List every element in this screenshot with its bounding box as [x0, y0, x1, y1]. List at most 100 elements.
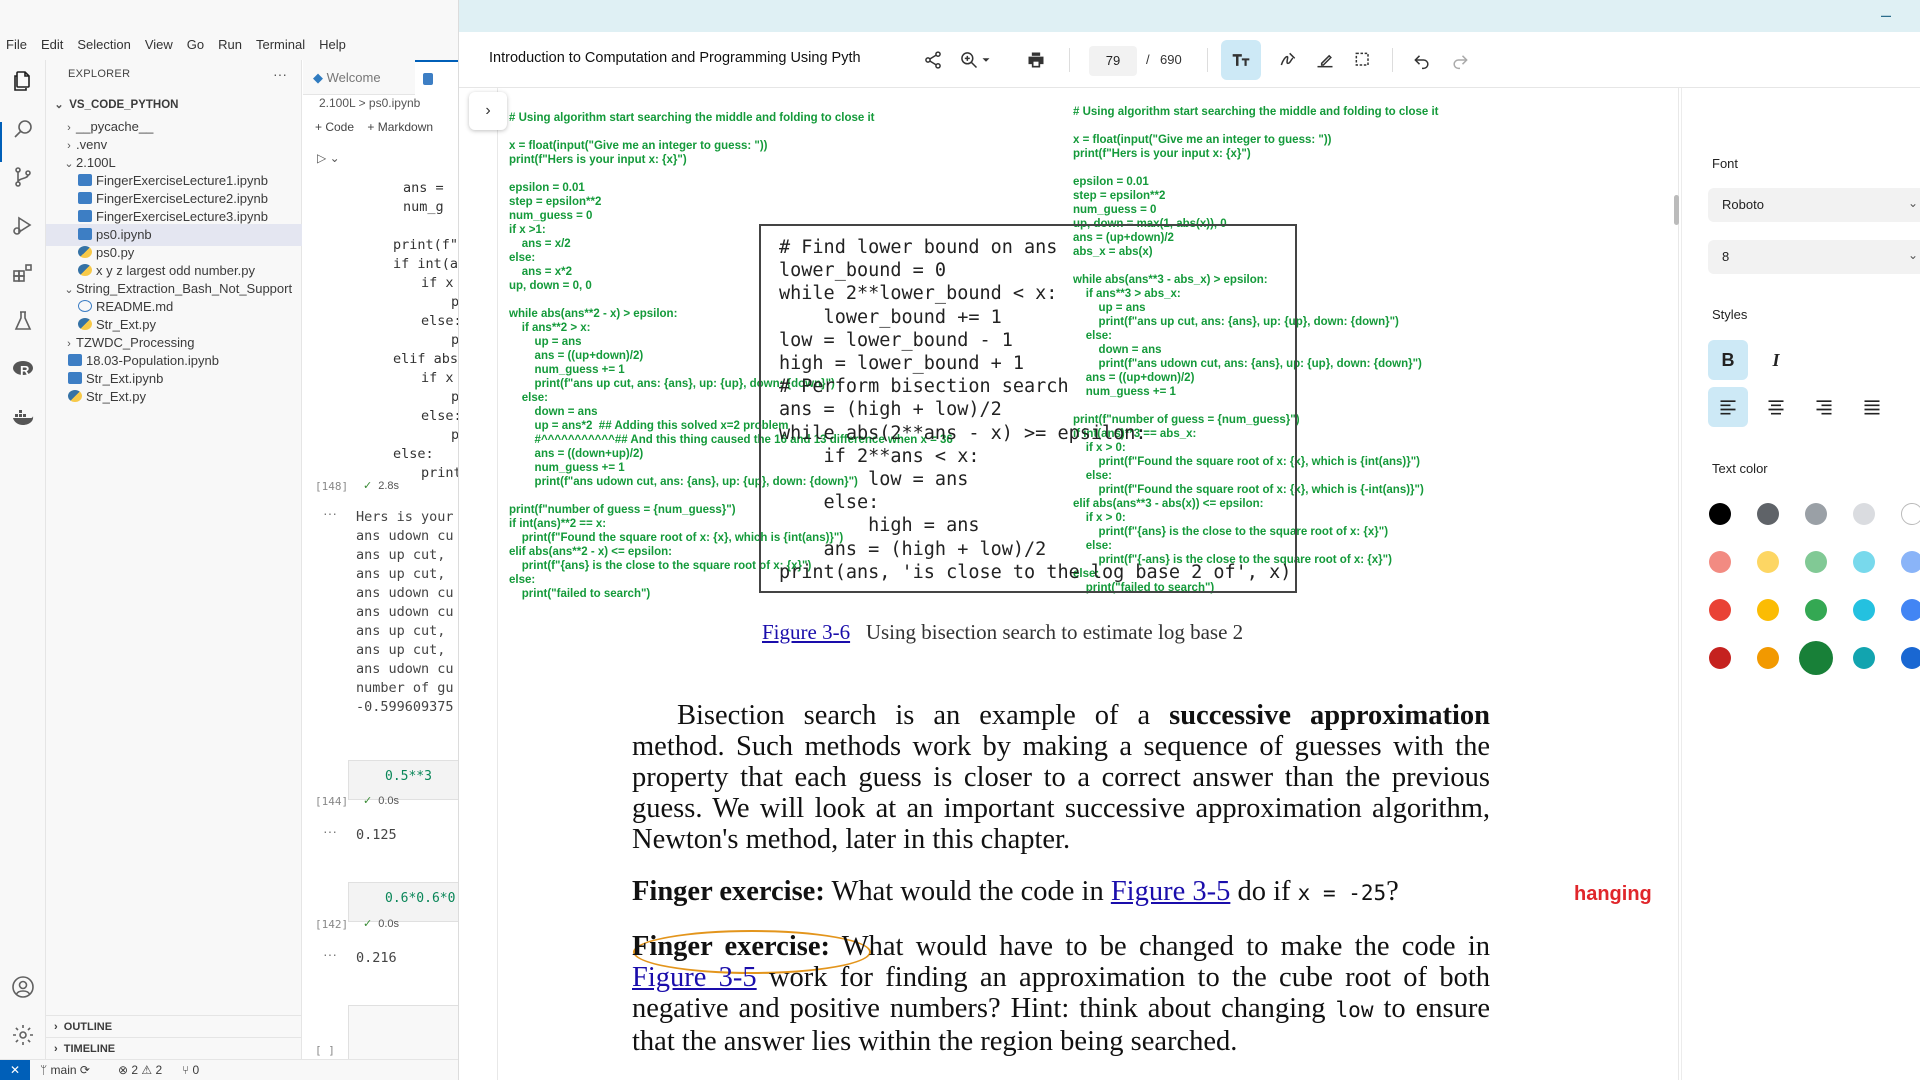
- output-line: ans up cut,: [356, 623, 446, 639]
- italic-button[interactable]: I: [1756, 340, 1796, 380]
- text-tool-icon[interactable]: [1221, 40, 1261, 80]
- scrollbar-thumb[interactable]: [1674, 195, 1679, 225]
- align-justify-button[interactable]: [1852, 387, 1892, 427]
- explorer-panel: EXPLORER ··· ⌄ VS_CODE_PYTHON › __pycache…: [46, 60, 302, 1059]
- color-swatch[interactable]: [1805, 503, 1827, 525]
- draw-tool-icon[interactable]: [1274, 46, 1302, 74]
- font-select[interactable]: Roboto ⌄: [1708, 188, 1920, 222]
- color-swatch[interactable]: [1757, 551, 1779, 573]
- menu-view[interactable]: View: [145, 37, 173, 52]
- timeline-section[interactable]: › TIMELINE: [46, 1037, 302, 1059]
- styles-label: Styles: [1712, 307, 1748, 322]
- menu-run[interactable]: Run: [218, 37, 242, 52]
- outline-label: OUTLINE: [63, 1021, 113, 1033]
- menu-edit[interactable]: Edit: [41, 37, 63, 52]
- color-swatch[interactable]: [1757, 503, 1779, 525]
- figure-caption: Figure 3-6 Using bisection search to est…: [762, 620, 1243, 645]
- undo-icon[interactable]: [1408, 46, 1436, 74]
- chevron-right-icon: ›: [54, 1043, 64, 1055]
- tree-item-label: README.md: [96, 299, 174, 314]
- figure-link[interactable]: Figure 3-5: [632, 962, 757, 993]
- print-icon[interactable]: [1022, 46, 1050, 74]
- add-code-cell-button[interactable]: + Code: [315, 120, 354, 134]
- tree-item-label: FingerExerciseLecture1.ipynb: [96, 173, 268, 188]
- branch-indicator[interactable]: ᛘ main ⟳: [40, 1063, 90, 1077]
- extensions-icon[interactable]: [11, 261, 35, 285]
- empty-code-cell[interactable]: [348, 1005, 460, 1060]
- color-swatch[interactable]: [1901, 647, 1920, 669]
- figure-link[interactable]: Figure 3-6: [762, 620, 850, 644]
- outline-section[interactable]: › OUTLINE: [46, 1015, 302, 1037]
- menu-go[interactable]: Go: [187, 37, 204, 52]
- color-swatch[interactable]: [1757, 647, 1779, 669]
- select-area-icon[interactable]: [1349, 46, 1377, 74]
- output-more-icon[interactable]: ···: [323, 823, 337, 839]
- chevron-down-icon: ⌄: [1907, 196, 1918, 210]
- highlight-tool-icon[interactable]: [1311, 46, 1339, 74]
- page-number-input[interactable]: 79: [1089, 46, 1137, 76]
- align-center-button[interactable]: [1756, 387, 1796, 427]
- search-icon[interactable]: [11, 117, 35, 141]
- menu-terminal[interactable]: Terminal: [256, 37, 305, 52]
- color-swatch[interactable]: [1757, 599, 1779, 621]
- tab-welcome-label: Welcome: [326, 70, 381, 85]
- color-swatch[interactable]: [1853, 599, 1875, 621]
- ports-indicator[interactable]: ⑂ 0: [182, 1063, 199, 1077]
- color-swatch[interactable]: [1853, 551, 1875, 573]
- color-swatch[interactable]: [1853, 503, 1875, 525]
- problems-indicator[interactable]: ⊗ 2 ⚠ 2: [118, 1063, 162, 1077]
- color-swatch[interactable]: [1709, 599, 1731, 621]
- r-language-icon[interactable]: R: [11, 357, 35, 381]
- settings-gear-icon[interactable]: [11, 1023, 35, 1047]
- paragraph-bisection: Bisection search is an example of a succ…: [632, 700, 1490, 855]
- run-debug-icon[interactable]: [11, 213, 35, 237]
- execution-count: [148]: [315, 480, 349, 493]
- more-actions-icon[interactable]: ···: [273, 66, 287, 82]
- testing-flask-icon[interactable]: [11, 309, 35, 333]
- breadcrumb[interactable]: 2.100L > ps0.ipynb: [319, 96, 420, 110]
- color-swatch[interactable]: [1805, 551, 1827, 573]
- figure-link[interactable]: Figure 3-5: [1111, 876, 1231, 907]
- tree-file[interactable]: Str_Ext.py: [46, 386, 302, 408]
- notebook-file-icon: [78, 228, 92, 240]
- font-size-select[interactable]: 8 ⌄: [1708, 240, 1920, 274]
- explorer-icon[interactable]: [11, 69, 35, 93]
- menu-file[interactable]: File: [6, 37, 27, 52]
- zoom-dropdown-icon[interactable]: [979, 46, 993, 74]
- align-right-button[interactable]: [1804, 387, 1844, 427]
- tree-item-label: FingerExerciseLecture3.ipynb: [96, 209, 268, 224]
- share-icon[interactable]: [919, 46, 947, 74]
- svg-text:R: R: [20, 363, 30, 378]
- color-swatch[interactable]: [1709, 503, 1731, 525]
- output-more-icon[interactable]: ···: [323, 946, 337, 962]
- redo-icon[interactable]: [1446, 46, 1474, 74]
- docker-icon[interactable]: [11, 405, 35, 429]
- tree-root[interactable]: ⌄ VS_CODE_PYTHON: [46, 94, 302, 116]
- minimize-icon[interactable]: –: [1881, 5, 1891, 26]
- color-swatch[interactable]: [1709, 647, 1731, 669]
- sidebar-toggle-button[interactable]: ›: [469, 92, 507, 130]
- code-line: if x: [421, 275, 454, 291]
- code-cell[interactable]: 0.6*0.6*0: [348, 882, 460, 922]
- add-markdown-cell-button[interactable]: + Markdown: [367, 120, 433, 134]
- color-swatch[interactable]: [1709, 551, 1731, 573]
- menu-selection[interactable]: Selection: [77, 37, 130, 52]
- color-swatch[interactable]: [1805, 599, 1827, 621]
- account-icon[interactable]: [11, 975, 35, 999]
- notebook-file-icon: [68, 372, 82, 384]
- tab-welcome[interactable]: ◆ Welcome: [313, 60, 381, 95]
- bold-button[interactable]: B: [1708, 340, 1748, 380]
- remote-icon[interactable]: ✕: [0, 1060, 30, 1080]
- color-swatch[interactable]: [1901, 599, 1920, 621]
- output-more-icon[interactable]: ···: [323, 505, 337, 521]
- color-swatch[interactable]: [1799, 641, 1833, 675]
- color-swatch[interactable]: [1901, 503, 1920, 525]
- source-control-icon[interactable]: [11, 165, 35, 189]
- menu-help[interactable]: Help: [319, 37, 346, 52]
- run-cell-icon[interactable]: ▷ ⌄: [317, 151, 340, 165]
- color-swatch[interactable]: [1901, 551, 1920, 573]
- align-left-button[interactable]: [1708, 387, 1748, 427]
- pdf-viewer: – Introduction to Computation and Progra…: [458, 0, 1920, 1080]
- tab-ps0-notebook[interactable]: [415, 60, 458, 95]
- color-swatch[interactable]: [1853, 647, 1875, 669]
